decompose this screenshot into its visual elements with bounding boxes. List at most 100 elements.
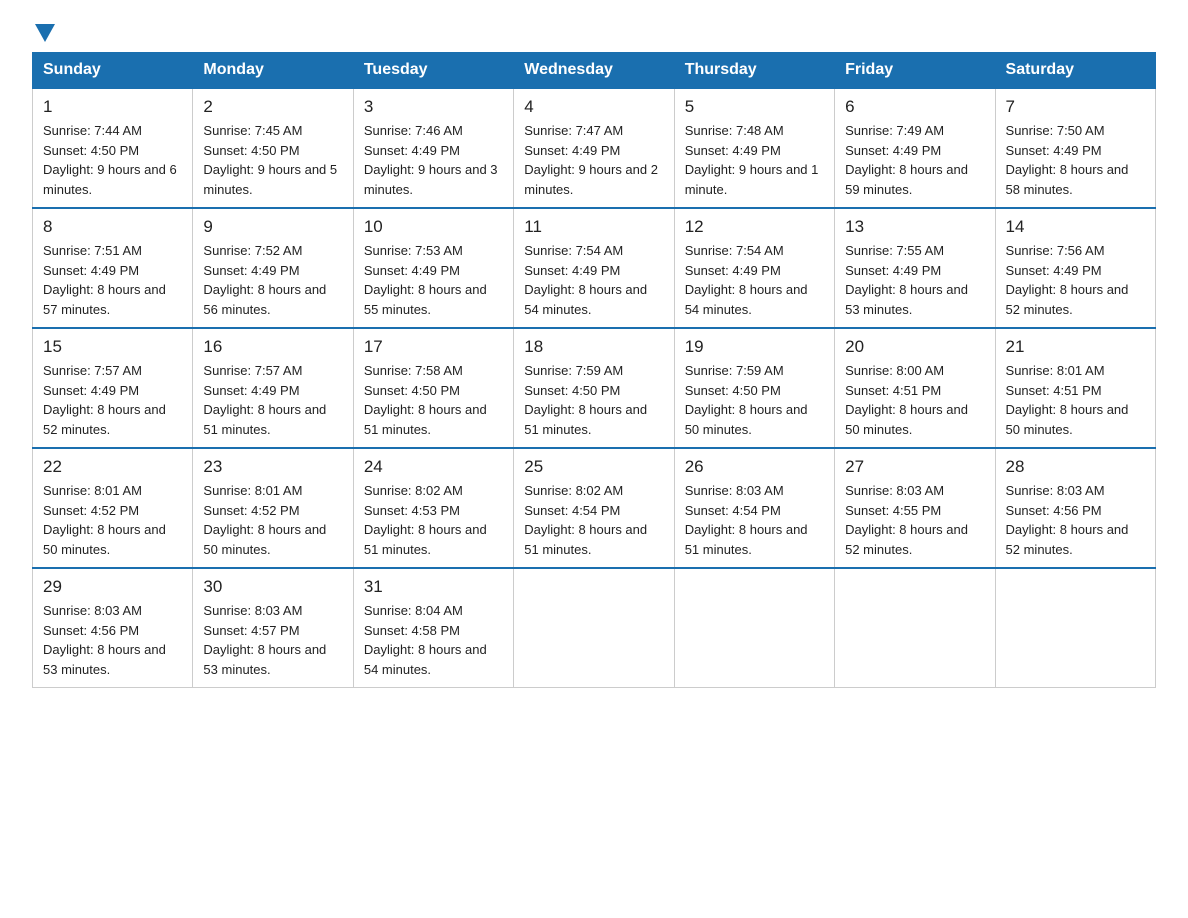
- weekday-header-tuesday: Tuesday: [353, 53, 513, 89]
- day-number: 20: [845, 337, 984, 357]
- day-number: 22: [43, 457, 182, 477]
- day-number: 27: [845, 457, 984, 477]
- day-info: Sunrise: 7:45 AMSunset: 4:50 PMDaylight:…: [203, 123, 337, 197]
- day-number: 10: [364, 217, 503, 237]
- calendar-cell: 19 Sunrise: 7:59 AMSunset: 4:50 PMDaylig…: [674, 328, 834, 448]
- day-info: Sunrise: 7:57 AMSunset: 4:49 PMDaylight:…: [43, 363, 166, 437]
- calendar-cell: 5 Sunrise: 7:48 AMSunset: 4:49 PMDayligh…: [674, 88, 834, 208]
- day-number: 14: [1006, 217, 1145, 237]
- calendar-cell: 1 Sunrise: 7:44 AMSunset: 4:50 PMDayligh…: [33, 88, 193, 208]
- calendar-cell: 7 Sunrise: 7:50 AMSunset: 4:49 PMDayligh…: [995, 88, 1155, 208]
- calendar-cell: 20 Sunrise: 8:00 AMSunset: 4:51 PMDaylig…: [835, 328, 995, 448]
- day-info: Sunrise: 8:03 AMSunset: 4:56 PMDaylight:…: [1006, 483, 1129, 557]
- day-number: 30: [203, 577, 342, 597]
- calendar-cell: 26 Sunrise: 8:03 AMSunset: 4:54 PMDaylig…: [674, 448, 834, 568]
- weekday-header-wednesday: Wednesday: [514, 53, 674, 89]
- weekday-header-row: SundayMondayTuesdayWednesdayThursdayFrid…: [33, 53, 1156, 89]
- day-info: Sunrise: 8:03 AMSunset: 4:54 PMDaylight:…: [685, 483, 808, 557]
- weekday-header-friday: Friday: [835, 53, 995, 89]
- day-number: 25: [524, 457, 663, 477]
- calendar-cell: 12 Sunrise: 7:54 AMSunset: 4:49 PMDaylig…: [674, 208, 834, 328]
- calendar-cell: 22 Sunrise: 8:01 AMSunset: 4:52 PMDaylig…: [33, 448, 193, 568]
- day-info: Sunrise: 7:51 AMSunset: 4:49 PMDaylight:…: [43, 243, 166, 317]
- day-number: 6: [845, 97, 984, 117]
- day-info: Sunrise: 7:52 AMSunset: 4:49 PMDaylight:…: [203, 243, 326, 317]
- day-number: 18: [524, 337, 663, 357]
- day-info: Sunrise: 7:53 AMSunset: 4:49 PMDaylight:…: [364, 243, 487, 317]
- day-info: Sunrise: 8:03 AMSunset: 4:57 PMDaylight:…: [203, 603, 326, 677]
- day-info: Sunrise: 8:01 AMSunset: 4:52 PMDaylight:…: [43, 483, 166, 557]
- day-info: Sunrise: 8:00 AMSunset: 4:51 PMDaylight:…: [845, 363, 968, 437]
- calendar-cell: 30 Sunrise: 8:03 AMSunset: 4:57 PMDaylig…: [193, 568, 353, 688]
- calendar-cell: 16 Sunrise: 7:57 AMSunset: 4:49 PMDaylig…: [193, 328, 353, 448]
- day-info: Sunrise: 7:50 AMSunset: 4:49 PMDaylight:…: [1006, 123, 1129, 197]
- day-number: 9: [203, 217, 342, 237]
- day-info: Sunrise: 7:57 AMSunset: 4:49 PMDaylight:…: [203, 363, 326, 437]
- day-number: 4: [524, 97, 663, 117]
- day-info: Sunrise: 7:56 AMSunset: 4:49 PMDaylight:…: [1006, 243, 1129, 317]
- day-number: 1: [43, 97, 182, 117]
- day-number: 8: [43, 217, 182, 237]
- day-info: Sunrise: 7:44 AMSunset: 4:50 PMDaylight:…: [43, 123, 177, 197]
- weekday-header-thursday: Thursday: [674, 53, 834, 89]
- day-number: 31: [364, 577, 503, 597]
- weekday-header-sunday: Sunday: [33, 53, 193, 89]
- week-row-2: 8 Sunrise: 7:51 AMSunset: 4:49 PMDayligh…: [33, 208, 1156, 328]
- day-number: 19: [685, 337, 824, 357]
- calendar-cell: 27 Sunrise: 8:03 AMSunset: 4:55 PMDaylig…: [835, 448, 995, 568]
- day-number: 13: [845, 217, 984, 237]
- day-info: Sunrise: 7:54 AMSunset: 4:49 PMDaylight:…: [685, 243, 808, 317]
- day-info: Sunrise: 8:03 AMSunset: 4:55 PMDaylight:…: [845, 483, 968, 557]
- day-info: Sunrise: 7:48 AMSunset: 4:49 PMDaylight:…: [685, 123, 819, 197]
- week-row-4: 22 Sunrise: 8:01 AMSunset: 4:52 PMDaylig…: [33, 448, 1156, 568]
- calendar-cell: 14 Sunrise: 7:56 AMSunset: 4:49 PMDaylig…: [995, 208, 1155, 328]
- day-info: Sunrise: 8:03 AMSunset: 4:56 PMDaylight:…: [43, 603, 166, 677]
- day-info: Sunrise: 8:02 AMSunset: 4:53 PMDaylight:…: [364, 483, 487, 557]
- day-number: 23: [203, 457, 342, 477]
- day-info: Sunrise: 7:46 AMSunset: 4:49 PMDaylight:…: [364, 123, 498, 197]
- day-info: Sunrise: 8:02 AMSunset: 4:54 PMDaylight:…: [524, 483, 647, 557]
- day-number: 2: [203, 97, 342, 117]
- day-number: 17: [364, 337, 503, 357]
- day-number: 16: [203, 337, 342, 357]
- logo-triangle-icon: [35, 24, 55, 42]
- day-info: Sunrise: 7:58 AMSunset: 4:50 PMDaylight:…: [364, 363, 487, 437]
- day-info: Sunrise: 8:04 AMSunset: 4:58 PMDaylight:…: [364, 603, 487, 677]
- day-number: 15: [43, 337, 182, 357]
- calendar-cell: [674, 568, 834, 688]
- calendar-cell: 24 Sunrise: 8:02 AMSunset: 4:53 PMDaylig…: [353, 448, 513, 568]
- day-info: Sunrise: 7:54 AMSunset: 4:49 PMDaylight:…: [524, 243, 647, 317]
- week-row-1: 1 Sunrise: 7:44 AMSunset: 4:50 PMDayligh…: [33, 88, 1156, 208]
- calendar-cell: 11 Sunrise: 7:54 AMSunset: 4:49 PMDaylig…: [514, 208, 674, 328]
- calendar-cell: 2 Sunrise: 7:45 AMSunset: 4:50 PMDayligh…: [193, 88, 353, 208]
- week-row-3: 15 Sunrise: 7:57 AMSunset: 4:49 PMDaylig…: [33, 328, 1156, 448]
- day-number: 5: [685, 97, 824, 117]
- calendar-cell: 28 Sunrise: 8:03 AMSunset: 4:56 PMDaylig…: [995, 448, 1155, 568]
- calendar-cell: [995, 568, 1155, 688]
- day-number: 21: [1006, 337, 1145, 357]
- page-header: [32, 24, 1156, 42]
- day-number: 29: [43, 577, 182, 597]
- calendar-cell: [835, 568, 995, 688]
- calendar-cell: 31 Sunrise: 8:04 AMSunset: 4:58 PMDaylig…: [353, 568, 513, 688]
- calendar-cell: 4 Sunrise: 7:47 AMSunset: 4:49 PMDayligh…: [514, 88, 674, 208]
- calendar-cell: 23 Sunrise: 8:01 AMSunset: 4:52 PMDaylig…: [193, 448, 353, 568]
- day-info: Sunrise: 7:47 AMSunset: 4:49 PMDaylight:…: [524, 123, 658, 197]
- day-number: 11: [524, 217, 663, 237]
- calendar-cell: 13 Sunrise: 7:55 AMSunset: 4:49 PMDaylig…: [835, 208, 995, 328]
- weekday-header-monday: Monday: [193, 53, 353, 89]
- week-row-5: 29 Sunrise: 8:03 AMSunset: 4:56 PMDaylig…: [33, 568, 1156, 688]
- logo: [32, 24, 58, 42]
- day-info: Sunrise: 8:01 AMSunset: 4:51 PMDaylight:…: [1006, 363, 1129, 437]
- calendar-cell: [514, 568, 674, 688]
- calendar-cell: 29 Sunrise: 8:03 AMSunset: 4:56 PMDaylig…: [33, 568, 193, 688]
- day-info: Sunrise: 7:49 AMSunset: 4:49 PMDaylight:…: [845, 123, 968, 197]
- calendar-table: SundayMondayTuesdayWednesdayThursdayFrid…: [32, 52, 1156, 688]
- calendar-cell: 10 Sunrise: 7:53 AMSunset: 4:49 PMDaylig…: [353, 208, 513, 328]
- calendar-cell: 18 Sunrise: 7:59 AMSunset: 4:50 PMDaylig…: [514, 328, 674, 448]
- day-number: 7: [1006, 97, 1145, 117]
- calendar-cell: 21 Sunrise: 8:01 AMSunset: 4:51 PMDaylig…: [995, 328, 1155, 448]
- day-info: Sunrise: 8:01 AMSunset: 4:52 PMDaylight:…: [203, 483, 326, 557]
- calendar-cell: 3 Sunrise: 7:46 AMSunset: 4:49 PMDayligh…: [353, 88, 513, 208]
- day-number: 28: [1006, 457, 1145, 477]
